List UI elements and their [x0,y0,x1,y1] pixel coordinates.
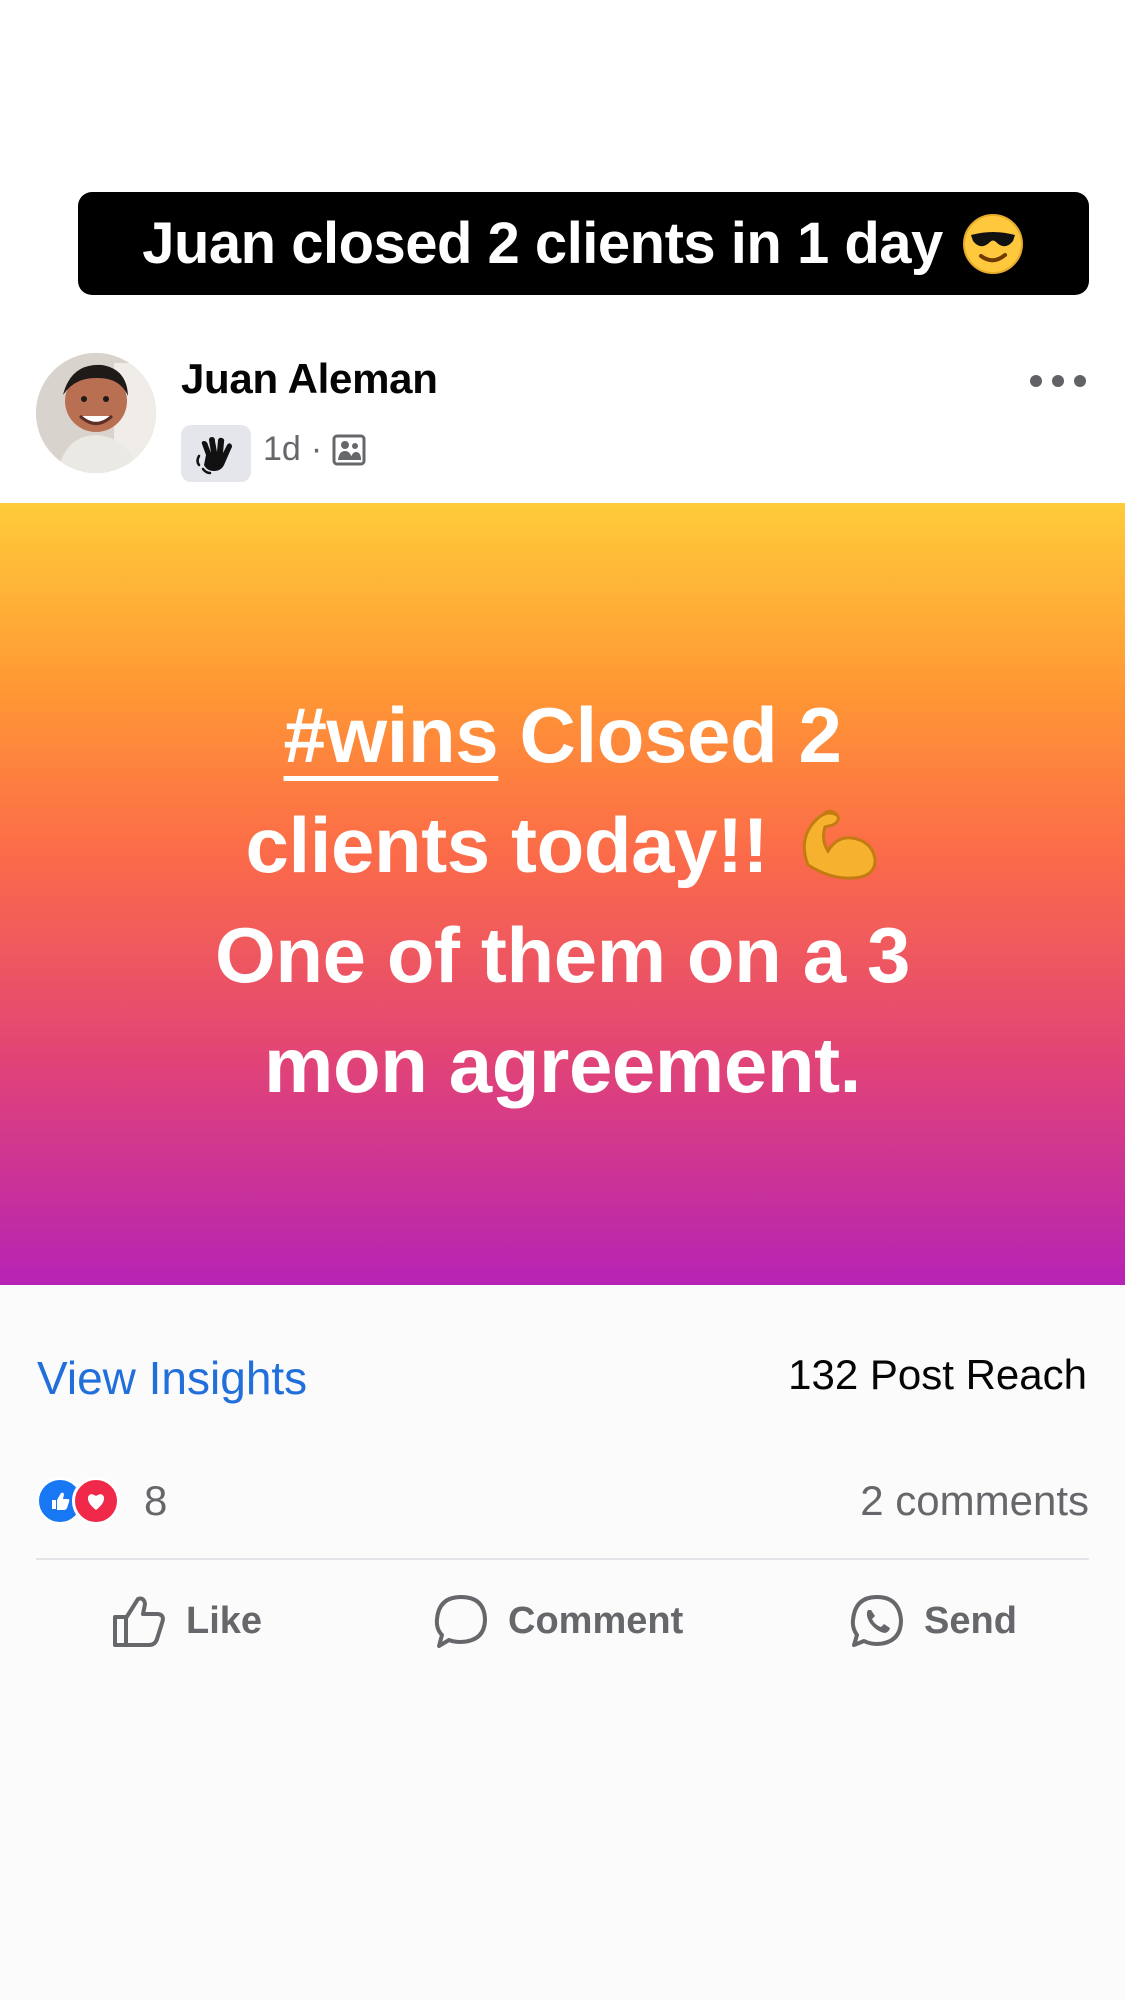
view-insights-link[interactable]: View Insights [37,1351,307,1405]
send-button[interactable]: Send [848,1588,1017,1654]
more-dot [1052,375,1064,387]
send-label: Send [924,1599,1017,1642]
caption-banner: Juan closed 2 clients in 1 day [78,192,1089,295]
thumbs-up-icon [113,1596,165,1647]
author-name[interactable]: Juan Aleman [181,355,438,403]
post-content-line-2: clients today!! [100,790,1025,900]
more-dot [1030,375,1042,387]
post-content-line-2-text: clients today!! [245,801,790,889]
whatsapp-send-icon [850,1595,903,1647]
heart-small-icon [87,1494,105,1510]
like-button[interactable]: Like [110,1588,262,1654]
waving-hand-icon [196,436,232,474]
meta-separator: · [310,430,323,468]
flexed-biceps-emoji-icon [802,809,877,880]
comments-count-link[interactable]: 2 comments [860,1477,1089,1525]
insights-row: View Insights 132 Post Reach [37,1351,1087,1411]
caption-text: Juan closed 2 clients in 1 day [142,211,943,276]
post-content-line-3: One of them on a 3 [215,911,910,999]
more-dot [1074,375,1086,387]
group-audience-icon [332,434,366,465]
action-divider [36,1558,1089,1560]
post-content-line-1: #wins Closed 2 [100,680,1025,790]
post-content-line-1-rest: Closed 2 [498,691,842,779]
wins-hashtag-link[interactable]: #wins [284,691,499,779]
post-meta: 1d · [263,430,366,469]
author-avatar[interactable] [36,353,156,473]
post-time: 1d [263,430,301,468]
sunglasses-emoji-icon [962,213,1023,274]
more-options-icon[interactable] [1030,370,1086,392]
thumbs-up-small-icon [52,1492,70,1510]
reaction-count[interactable]: 8 [144,1477,167,1525]
post-content-line-4: mon agreement. [264,1021,861,1109]
avatar-photo-icon [36,353,156,473]
like-label: Like [186,1599,263,1642]
comment-button[interactable]: Comment [432,1588,683,1654]
waving-hand-badge [181,425,251,482]
post-reach-count: 132 Post Reach [788,1351,1087,1398]
love-reaction-icon[interactable] [72,1477,120,1525]
comment-label: Comment [508,1599,684,1642]
reactions-row: 8 2 comments [36,1475,1089,1535]
post-content-text: #wins Closed 2 clients today!! One of th… [100,680,1025,1120]
comment-bubble-icon [434,1595,487,1648]
